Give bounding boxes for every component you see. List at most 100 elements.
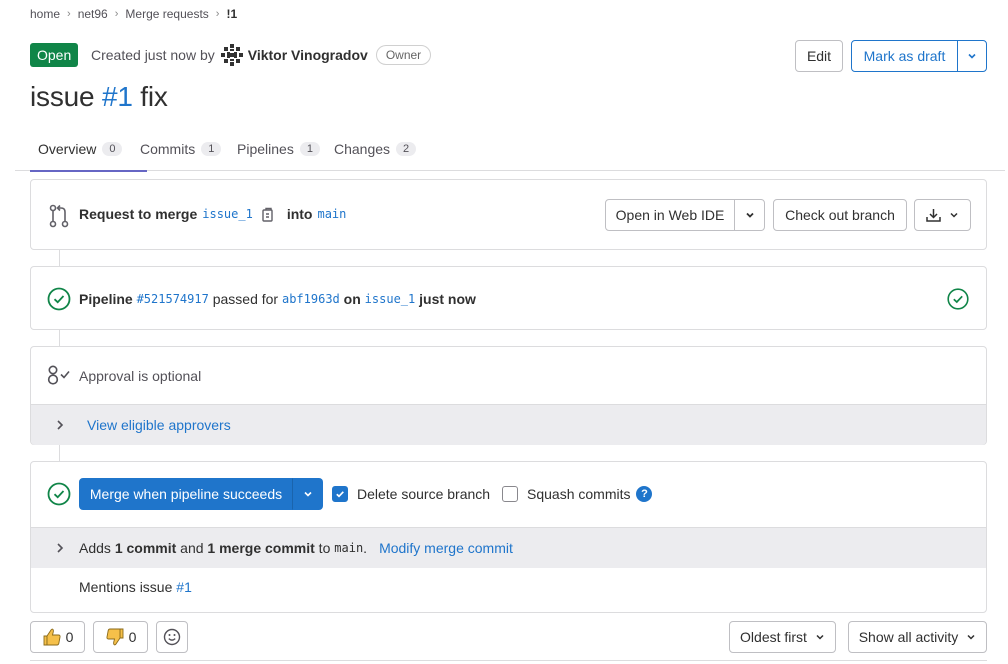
status-badge: Open: [30, 43, 79, 67]
activity-filter-dropdown[interactable]: Show all activity: [848, 621, 987, 653]
breadcrumb-home[interactable]: home: [30, 7, 60, 21]
approval-text: Approval is optional: [79, 368, 202, 384]
title-prefix: issue: [30, 81, 102, 112]
divider: [30, 660, 987, 661]
page-title: issue #1 fix: [30, 81, 168, 113]
mentioned-issue-link[interactable]: #1: [176, 579, 192, 595]
chevron-down-icon: [950, 212, 958, 218]
view-eligible-approvers-link[interactable]: View eligible approvers: [87, 417, 231, 433]
timeline-connector: [59, 330, 60, 346]
status-success-icon[interactable]: [47, 287, 71, 311]
copy-icon[interactable]: [262, 207, 275, 222]
tab-count: 1: [201, 141, 222, 156]
role-badge: Owner: [375, 45, 432, 65]
thumbs-up-icon: [43, 628, 61, 646]
mr-tabs: Overview 0 Commits 1 Pipelines 1 Changes…: [15, 126, 1005, 172]
tab-changes[interactable]: Changes 2: [326, 126, 424, 171]
chevron-right-icon: ›: [67, 8, 71, 20]
add-reaction-button[interactable]: [156, 621, 188, 653]
squash-commits-checkbox[interactable]: Squash commits ?: [502, 486, 653, 502]
target-branch-code: main: [334, 541, 364, 555]
tab-label: Pipelines: [237, 140, 294, 157]
download-icon: [926, 209, 941, 222]
checkbox-unchecked[interactable]: [502, 486, 518, 502]
open-web-ide-button[interactable]: Open in Web IDE: [605, 199, 735, 231]
created-by: Created just now by Viktor Vinogradov Ow…: [91, 43, 432, 67]
merge-commit-count: 1 merge commit: [207, 540, 315, 556]
target-branch[interactable]: main: [317, 207, 346, 221]
edit-button[interactable]: Edit: [795, 40, 843, 72]
tab-label: Changes: [334, 140, 391, 157]
avatar[interactable]: [220, 44, 243, 66]
commits-summary-row[interactable]: Adds 1 commit and 1 merge commit to main…: [31, 527, 986, 568]
tab-count: 0: [102, 141, 123, 156]
thumbs-down-icon: [106, 628, 124, 646]
draft-button-group: Mark as draft: [851, 40, 987, 72]
pipeline-widget: Pipeline #521574917 passed for abf1963d …: [30, 266, 987, 330]
question-icon[interactable]: ?: [636, 486, 653, 502]
pipeline-id-link[interactable]: #521574917: [137, 292, 209, 306]
sort-order-dropdown[interactable]: Oldest first: [729, 621, 836, 653]
and-text: and: [176, 540, 208, 556]
to-text: to: [314, 540, 335, 556]
source-branch[interactable]: issue_1: [202, 207, 253, 221]
pipeline-time: just now: [419, 291, 476, 307]
pipeline-branch-link[interactable]: issue_1: [365, 292, 416, 306]
tab-commits[interactable]: Commits 1: [132, 126, 229, 171]
web-ide-button-group: Open in Web IDE: [605, 199, 765, 231]
merge-when-pipeline-succeeds-button[interactable]: Merge when pipeline succeeds: [79, 478, 293, 510]
mark-as-draft-button[interactable]: Mark as draft: [851, 40, 958, 72]
commit-sha-link[interactable]: abf1963d: [282, 292, 340, 306]
web-ide-dropdown-toggle[interactable]: [734, 199, 765, 231]
thumbs-down-count: 0: [128, 629, 137, 645]
chevron-right-icon: ›: [114, 8, 119, 20]
chevron-down-icon: [303, 491, 312, 497]
pipeline-status-text: passed for: [212, 291, 279, 307]
tab-overview[interactable]: Overview 0: [30, 126, 147, 172]
merge-widget: Merge when pipeline succeeds Delete sour…: [30, 461, 987, 613]
draft-dropdown-toggle[interactable]: [957, 40, 987, 72]
approval-icon: [47, 365, 70, 385]
modify-merge-commit-link[interactable]: Modify merge commit: [379, 540, 513, 556]
adds-prefix: Adds: [79, 540, 115, 556]
discussion-controls: 0 0 Oldest first Show all activity: [30, 621, 987, 653]
check-out-branch-button[interactable]: Check out branch: [773, 199, 907, 231]
merge-request-text: Request to merge issue_1 into main: [79, 206, 346, 222]
tab-count: 1: [299, 141, 320, 156]
thumbs-up-button[interactable]: 0: [30, 621, 85, 653]
tab-label: Overview: [38, 140, 97, 157]
approval-widget: Approval is optional View eligible appro…: [30, 346, 987, 445]
mentions-text: Mentions issue #1: [79, 579, 192, 595]
chevron-right-icon[interactable]: [55, 418, 65, 432]
request-label: Request to merge: [79, 206, 198, 222]
smiley-icon: [163, 628, 181, 646]
status-success-icon: [47, 482, 71, 506]
breadcrumb-merge-requests[interactable]: Merge requests: [125, 7, 208, 21]
commits-summary-text: Adds 1 commit and 1 merge commit to main…: [79, 540, 513, 556]
thumbs-down-button[interactable]: 0: [93, 621, 148, 653]
approvers-toggle-row[interactable]: View eligible approvers: [31, 404, 986, 445]
into-label: into: [286, 206, 313, 222]
chevron-down-icon: [745, 212, 754, 218]
mentions-prefix: Mentions issue: [79, 579, 177, 595]
breadcrumb-project[interactable]: net96: [78, 7, 108, 21]
chevron-down-icon: [967, 634, 975, 640]
delete-source-branch-checkbox[interactable]: Delete source branch: [332, 486, 490, 502]
timeline-connector: [59, 445, 60, 461]
checkbox-checked[interactable]: [332, 486, 348, 502]
download-dropdown-button[interactable]: [914, 199, 971, 231]
approval-header: Approval is optional: [31, 347, 986, 404]
tab-pipelines[interactable]: Pipelines 1: [229, 126, 328, 171]
breadcrumb-current[interactable]: !1: [226, 7, 237, 21]
author-link[interactable]: Viktor Vinogradov: [248, 47, 368, 63]
merge-dropdown-toggle[interactable]: [292, 478, 323, 510]
delete-source-branch-label: Delete source branch: [357, 486, 491, 502]
period: .: [363, 540, 368, 556]
title-issue-ref[interactable]: #1: [102, 81, 133, 112]
created-text: Created just now by: [91, 47, 215, 63]
status-success-icon[interactable]: [947, 288, 969, 310]
chevron-right-icon[interactable]: [55, 541, 65, 555]
pipeline-text: Pipeline #521574917 passed for abf1963d …: [79, 291, 476, 307]
tab-count: 2: [396, 141, 417, 156]
timeline-connector: [59, 250, 60, 266]
